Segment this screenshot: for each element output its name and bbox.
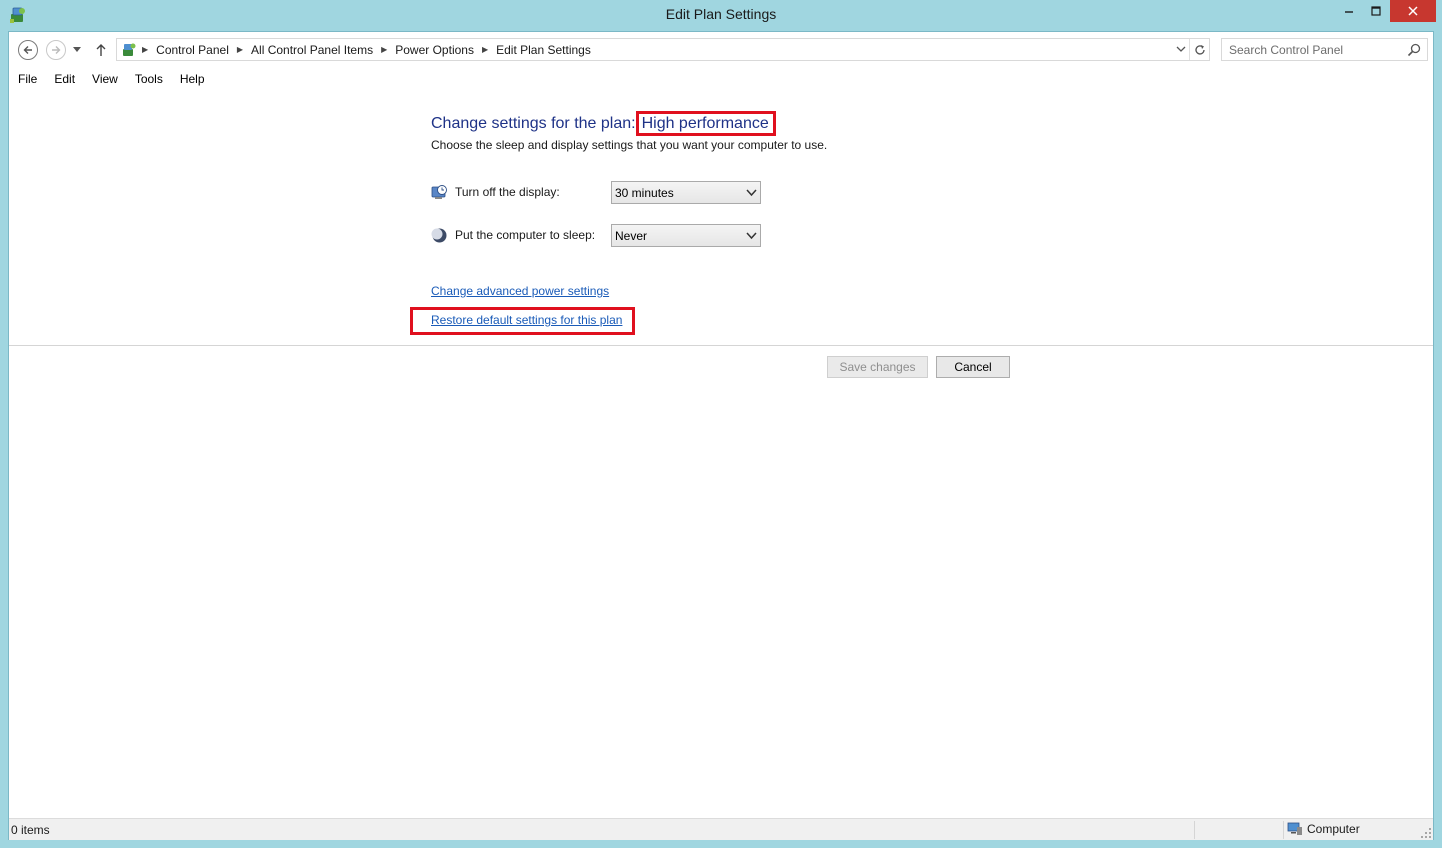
chevron-down-icon: [746, 232, 757, 240]
breadcrumb-control-panel[interactable]: Control Panel: [152, 43, 233, 57]
status-bar: 0 items Computer: [9, 818, 1433, 840]
page-title: Change settings for the plan: High perfor…: [431, 111, 776, 136]
breadcrumb-separator-icon[interactable]: ▶: [478, 45, 492, 54]
advanced-power-settings-link[interactable]: Change advanced power settings: [431, 284, 609, 298]
resize-grip-icon[interactable]: [1421, 828, 1431, 838]
refresh-icon: [1194, 44, 1205, 55]
breadcrumb-power-options[interactable]: Power Options: [391, 43, 478, 57]
menu-tools[interactable]: Tools: [126, 72, 171, 86]
status-location: Computer: [1287, 822, 1360, 836]
chevron-down-icon: [746, 189, 757, 197]
search-icon[interactable]: [1406, 42, 1422, 58]
minimize-icon: [1345, 11, 1353, 13]
search-placeholder: Search Control Panel: [1229, 43, 1344, 57]
address-dropdown-button[interactable]: [1173, 39, 1189, 60]
breadcrumb-separator-icon[interactable]: ▶: [377, 45, 391, 54]
sleep-moon-icon: [431, 228, 447, 243]
maximize-button[interactable]: [1362, 0, 1390, 22]
sleep-setting-label: Put the computer to sleep:: [455, 228, 596, 242]
sleep-timeout-select[interactable]: Never: [611, 224, 761, 247]
minimize-button[interactable]: [1336, 0, 1362, 22]
title-bar: Edit Plan Settings: [0, 0, 1442, 31]
sleep-setting-row: Put the computer to sleep: Never: [431, 224, 771, 248]
address-bar[interactable]: ▶ Control Panel ▶ All Control Panel Item…: [116, 38, 1210, 61]
menu-help[interactable]: Help: [171, 72, 213, 86]
menu-view[interactable]: View: [83, 72, 126, 86]
display-timeout-value: 30 minutes: [615, 186, 674, 200]
save-changes-button[interactable]: Save changes: [827, 356, 928, 378]
close-icon: [1408, 6, 1418, 16]
sleep-timeout-value: Never: [615, 229, 648, 243]
control-panel-icon: [123, 43, 136, 56]
breadcrumb-edit-plan-settings[interactable]: Edit Plan Settings: [492, 43, 595, 57]
menu-bar: File Edit View Tools Help: [9, 68, 213, 90]
menu-edit[interactable]: Edit: [45, 72, 83, 86]
restore-defaults-link[interactable]: Restore default settings for this plan: [431, 313, 622, 327]
window-client-area: ▶ Control Panel ▶ All Control Panel Item…: [8, 31, 1434, 840]
status-divider: [1283, 821, 1284, 839]
page-title-prefix: Change settings for the plan:: [431, 115, 636, 132]
status-divider: [1194, 821, 1195, 839]
close-button[interactable]: [1390, 0, 1436, 22]
recent-locations-button[interactable]: [70, 39, 84, 61]
forward-button[interactable]: [45, 39, 67, 61]
menu-file[interactable]: File: [9, 72, 45, 86]
search-input[interactable]: Search Control Panel: [1221, 38, 1428, 61]
display-setting-label: Turn off the display:: [455, 185, 560, 199]
navigation-bar: ▶ Control Panel ▶ All Control Panel Item…: [9, 32, 1433, 66]
status-location-label: Computer: [1307, 822, 1360, 836]
breadcrumb: ▶ Control Panel ▶ All Control Panel Item…: [117, 39, 595, 60]
display-timeout-select[interactable]: 30 minutes: [611, 181, 761, 204]
back-arrow-icon: [18, 40, 38, 60]
content-divider: [9, 345, 1433, 346]
refresh-button[interactable]: [1189, 39, 1209, 60]
back-button[interactable]: [17, 39, 39, 61]
chevron-down-icon: [73, 47, 81, 52]
breadcrumb-separator-icon[interactable]: ▶: [233, 45, 247, 54]
computer-icon: [1287, 822, 1302, 835]
display-setting-row: Turn off the display: 30 minutes: [431, 181, 771, 205]
cancel-button[interactable]: Cancel: [936, 356, 1010, 378]
display-timer-icon: [431, 185, 447, 199]
maximize-icon: [1371, 6, 1381, 16]
breadcrumb-separator-icon: ▶: [142, 45, 149, 54]
up-arrow-icon: [96, 44, 106, 56]
chevron-down-icon: [1176, 46, 1186, 52]
forward-arrow-icon: [46, 40, 66, 60]
window-title: Edit Plan Settings: [665, 6, 777, 22]
plan-name: High performance: [635, 111, 776, 136]
up-button[interactable]: [93, 39, 109, 61]
item-count: 0 items: [11, 823, 50, 837]
page-subtitle: Choose the sleep and display settings th…: [431, 138, 828, 152]
breadcrumb-all-items[interactable]: All Control Panel Items: [247, 43, 377, 57]
